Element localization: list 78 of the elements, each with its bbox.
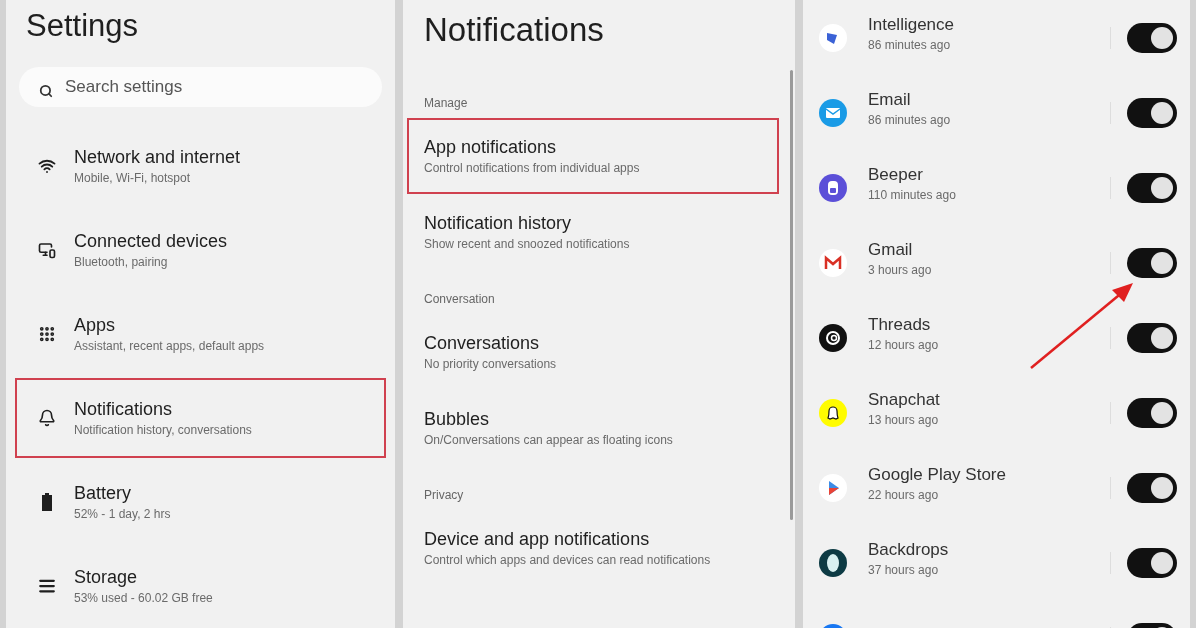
storage-icon [38, 577, 56, 595]
toggle-switch[interactable] [1127, 247, 1177, 278]
app-time: 12 hours ago [868, 337, 940, 354]
settings-item[interactable]: Connected devices Bluetooth, pairing [15, 210, 386, 290]
toggle-switch[interactable] [1127, 97, 1177, 128]
section-header: Privacy [423, 487, 465, 504]
page-title: Settings [25, 7, 139, 44]
toggle-switch[interactable] [1127, 322, 1177, 353]
app-name: Email [868, 89, 912, 111]
settings-item[interactable]: Notifications Notification history, conversations [15, 378, 386, 458]
page-title: Notifications [423, 10, 605, 50]
app-time: 22 hours ago [868, 487, 940, 504]
item-title: Connected devices [74, 230, 228, 253]
item-title: Network and internet [74, 146, 241, 169]
app-time: 110 minutes ago [868, 187, 957, 204]
toggle-switch[interactable] [1127, 397, 1177, 428]
toggle-switch[interactable] [1127, 547, 1177, 578]
toggle-switch[interactable] [1127, 472, 1177, 503]
search-icon [39, 84, 53, 98]
app-time: 86 minutes ago [868, 37, 952, 54]
item-title: Apps [74, 314, 117, 337]
section-header: Manage [423, 95, 469, 112]
item-title: Storage [74, 566, 139, 589]
settings-item[interactable]: Network and internet Mobile, Wi-Fi, hotspot [15, 126, 386, 206]
item-subtitle: Mobile, Wi-Fi, hotspot [74, 170, 192, 187]
ghost-icon [818, 397, 848, 428]
option-title: Conversations [424, 332, 541, 355]
battery-icon [41, 493, 53, 511]
app-name: Google Play Store [868, 464, 1007, 486]
app-time: 37 hours ago [868, 562, 940, 579]
option-subtitle: No priority conversations [424, 356, 558, 373]
item-subtitle: Notification history, conversations [74, 422, 252, 439]
toggle-switch[interactable] [1127, 172, 1177, 203]
app-name: Gmail [868, 239, 914, 261]
app-time: 3 hours ago [868, 262, 933, 279]
settings-item[interactable]: Storage 53% used - 60.02 GB free [15, 546, 386, 626]
item-title: Notifications [74, 398, 174, 421]
settings-item[interactable]: Battery 52% - 1 day, 2 hrs [15, 462, 386, 542]
item-subtitle: 52% - 1 day, 2 hrs [74, 506, 171, 523]
play-icon [818, 472, 848, 503]
wifi-icon [38, 157, 56, 175]
settings-item[interactable]: Apps Assistant, recent apps, default apps [15, 294, 386, 374]
app-name: Backdrops [868, 539, 950, 561]
option-subtitle: Show recent and snoozed notifications [424, 236, 631, 253]
notification-option[interactable]: Bubbles On/Conversations can appear as floating icons [407, 390, 779, 466]
notification-option[interactable]: Conversations No priority conversations [407, 314, 779, 390]
option-title: App notifications [424, 136, 558, 159]
app-icon [818, 22, 848, 53]
option-title: Notification history [424, 212, 573, 235]
bell-icon [38, 409, 56, 427]
section-header: Conversation [423, 291, 496, 308]
app-name: Threads [868, 314, 932, 336]
envelope-icon [818, 97, 848, 128]
notification-option[interactable]: Notification history Show recent and snoozed notifications [407, 194, 779, 270]
item-title: Battery [74, 482, 133, 505]
grid-icon [38, 325, 56, 343]
app-name: Intelligence [868, 14, 955, 36]
option-title: Device and app notifications [424, 528, 651, 551]
chat-icon [818, 172, 848, 203]
item-subtitle: Bluetooth, pairing [74, 254, 169, 271]
notification-option[interactable]: Device and app notifications Control which apps and devices can read notifications [407, 510, 779, 586]
option-subtitle: Control notifications from individual apps [424, 160, 641, 177]
search-field[interactable]: Search settings [19, 67, 382, 107]
app-icon [818, 547, 848, 578]
notification-option[interactable]: App notifications Control notifications from individual apps [407, 118, 779, 194]
app-name: Beeper [868, 164, 924, 186]
item-subtitle: 53% used - 60.02 GB free [74, 590, 213, 607]
toggle-switch[interactable] [1127, 22, 1177, 53]
swirl-icon [818, 322, 848, 353]
app-name: Snapchat [868, 389, 941, 411]
item-subtitle: Assistant, recent apps, default apps [74, 338, 265, 355]
option-subtitle: Control which apps and devices can read notifications [424, 552, 712, 569]
mail-icon [818, 247, 848, 278]
app-time: 13 hours ago [868, 412, 940, 429]
option-subtitle: On/Conversations can appear as floating icons [424, 432, 674, 449]
option-title: Bubbles [424, 408, 491, 431]
app-time: 86 minutes ago [868, 112, 952, 129]
devices-icon [38, 241, 56, 259]
